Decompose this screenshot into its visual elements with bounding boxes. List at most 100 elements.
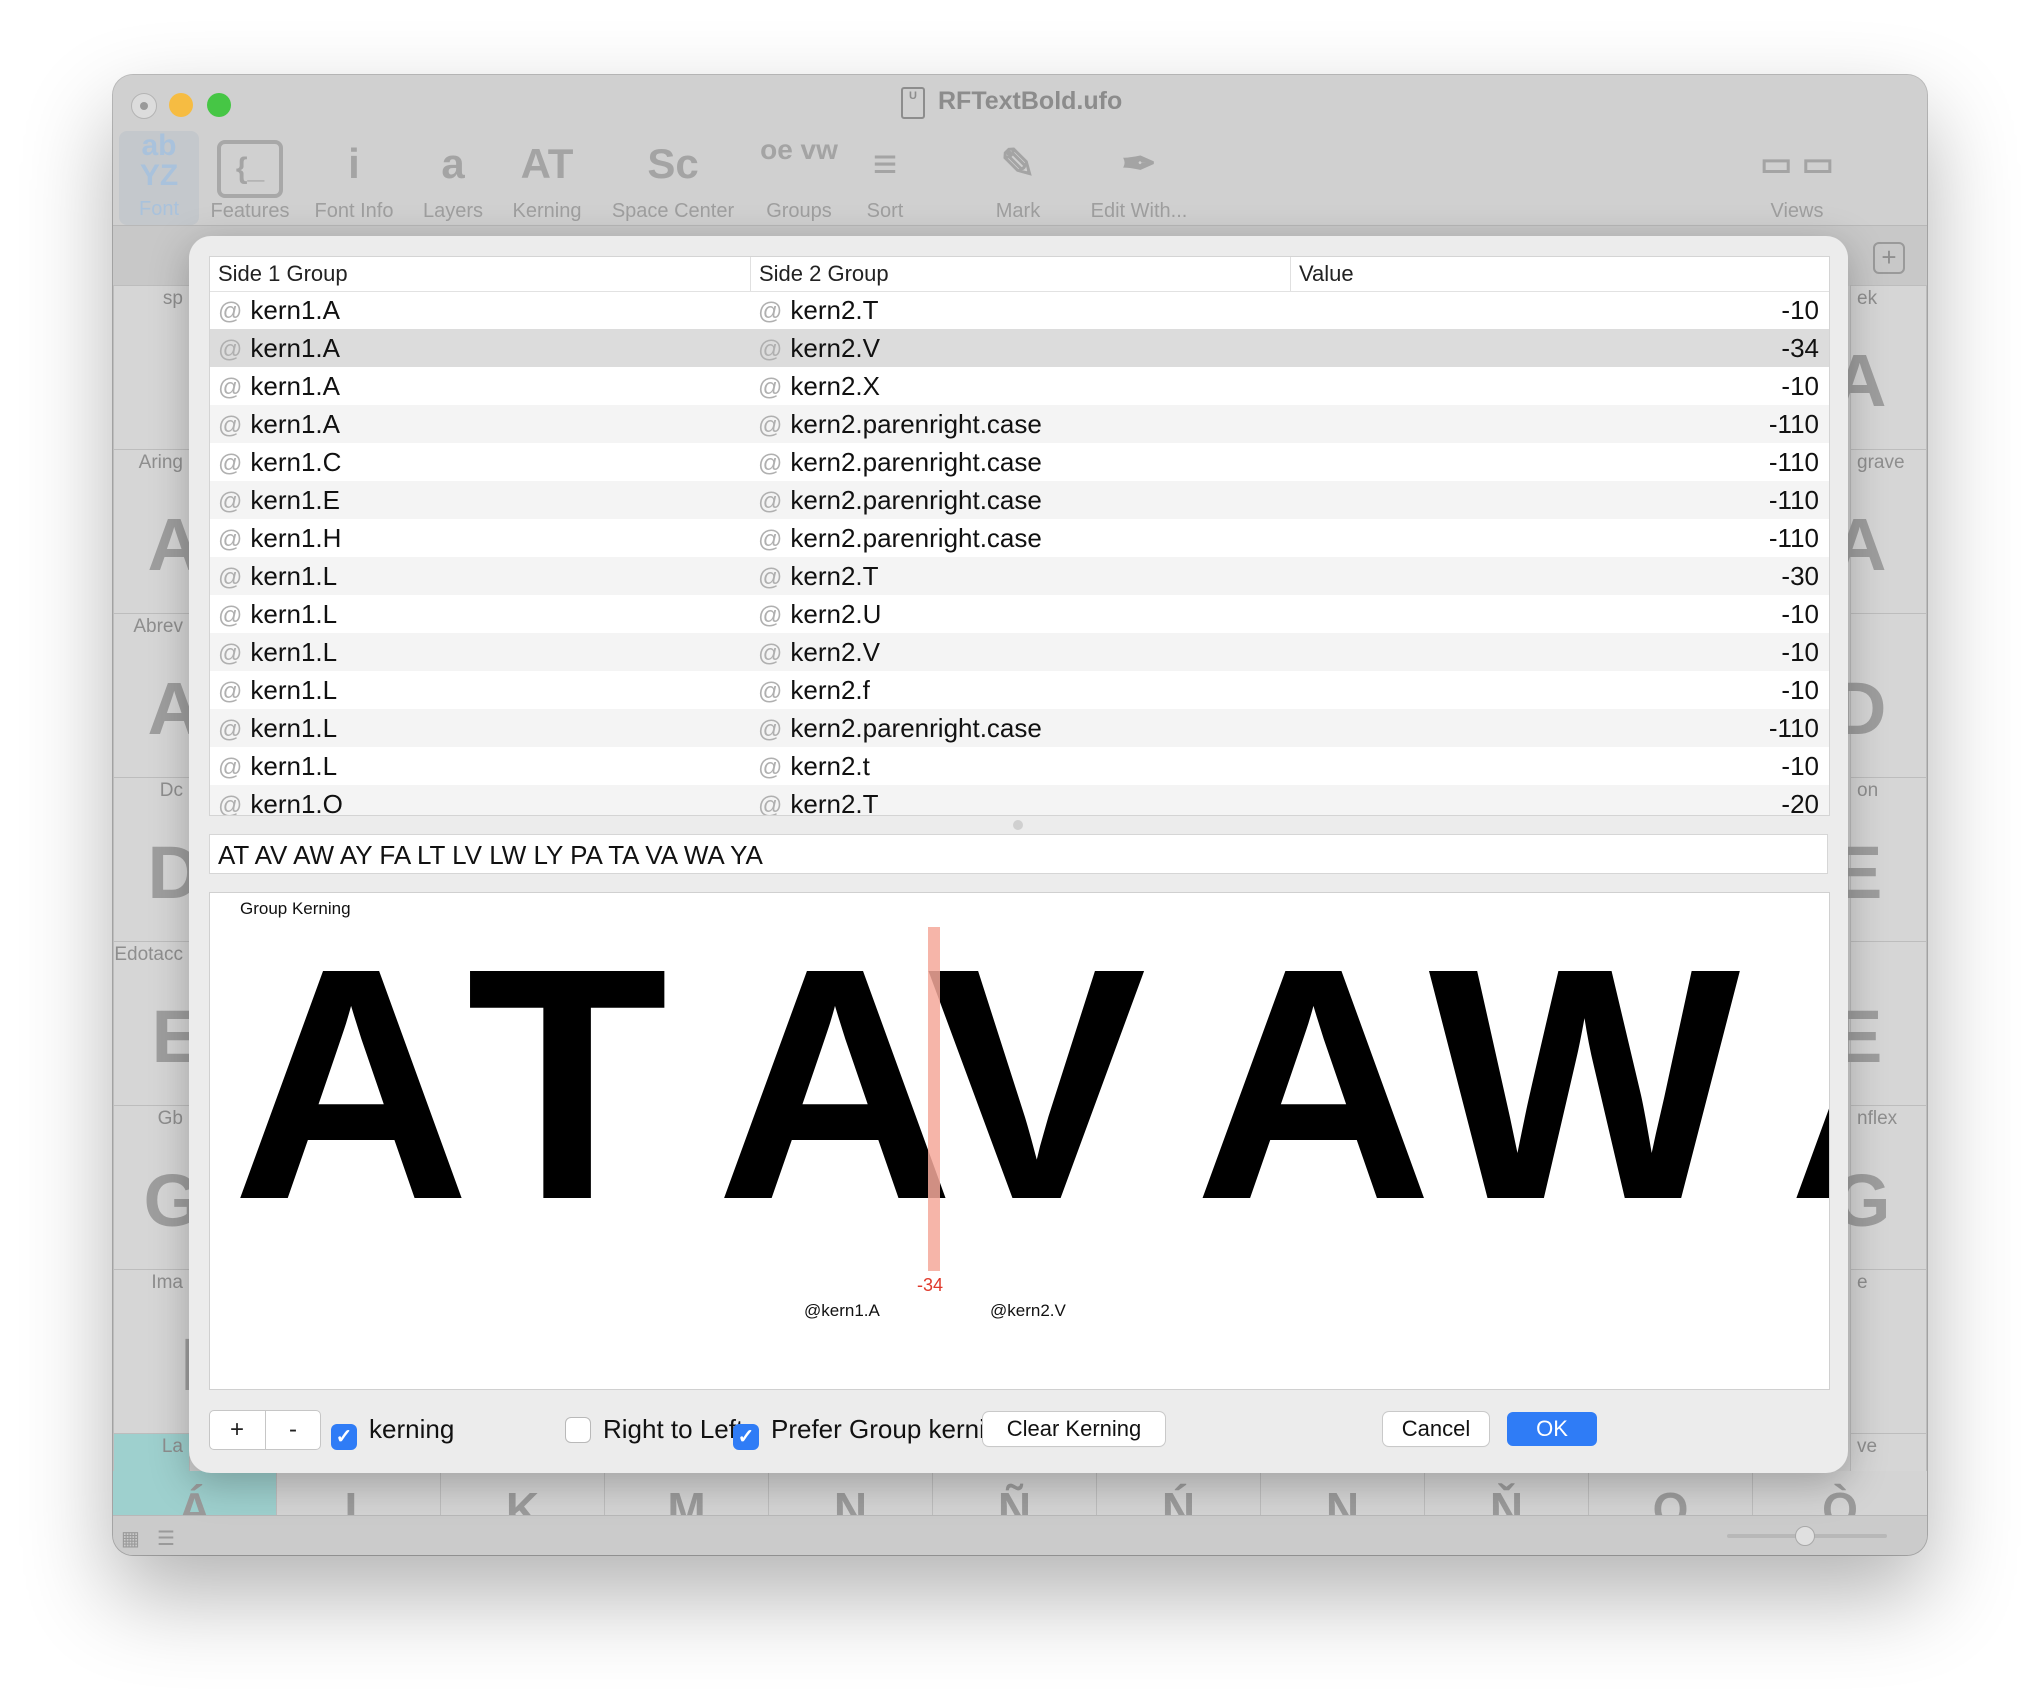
split-view-handle[interactable] <box>1013 820 1023 830</box>
kern-value-cell: -110 <box>1768 713 1819 743</box>
table-row[interactable]: @ kern1.H @ kern2.parenright.case -110 <box>210 519 1829 557</box>
column-header-value[interactable]: Value <box>1290 257 1354 291</box>
side2-group-cell: @ kern2.T <box>758 785 879 815</box>
minimize-window-button[interactable] <box>169 93 193 117</box>
glyph-cell[interactable]: Á <box>113 1471 277 1515</box>
toolbar-sort[interactable]: ≡ Sort <box>853 135 917 223</box>
side1-group-text: kern1.A <box>250 409 340 439</box>
kern-value-cell: -110 <box>1768 523 1819 553</box>
glyph-cell[interactable]: N <box>1261 1471 1425 1515</box>
grid-view-icon[interactable]: ▦ <box>121 1526 140 1551</box>
table-row[interactable]: @ kern1.O @ kern2.T -20 <box>210 785 1829 815</box>
group-at-icon: @ <box>758 564 783 591</box>
sample-text-input[interactable]: AT AV AW AY FA LT LV LW LY PA TA VA WA Y… <box>209 834 1828 874</box>
mark-icon: ✎ <box>1000 140 1036 187</box>
sort-icon: ≡ <box>872 140 898 187</box>
cancel-button[interactable]: Cancel <box>1383 1412 1489 1446</box>
ok-button[interactable]: OK <box>1507 1412 1597 1446</box>
column-header-side2[interactable]: Side 2 Group <box>750 257 889 291</box>
preview-glyph[interactable]: A <box>232 919 470 1249</box>
side2-group-text: kern2.V <box>790 637 880 667</box>
add-pair-button[interactable]: + <box>210 1411 264 1449</box>
kern-value-cell: -34 <box>1781 333 1819 363</box>
preview-glyph[interactable]: A <box>1194 919 1432 1249</box>
table-row[interactable]: @ kern1.L @ kern2.parenright.case -110 <box>210 709 1829 747</box>
preview-glyph[interactable]: T <box>466 919 668 1249</box>
table-row[interactable]: @ kern1.A @ kern2.X -10 <box>210 367 1829 405</box>
toolbar-space-center[interactable]: Sc Space Center <box>603 135 743 223</box>
kerning-checkbox[interactable]: ✓ kerning <box>331 1413 454 1450</box>
right-to-left-checkbox[interactable]: Right to Left <box>565 1413 743 1445</box>
kern-value-cell: -110 <box>1768 447 1819 477</box>
toolbar-font[interactable]: ab YZ Font <box>119 131 199 225</box>
glyph-cell[interactable]: Ñ <box>933 1471 1097 1515</box>
remove-pair-button[interactable]: - <box>265 1411 320 1449</box>
side1-group-text: kern1.A <box>250 295 340 325</box>
glyph-cell[interactable]: N <box>769 1471 933 1515</box>
side2-group-label: @kern2.V <box>990 1301 1066 1320</box>
glyph-cell[interactable]: O <box>1589 1471 1753 1515</box>
cell-size-slider-knob[interactable] <box>1795 1526 1815 1546</box>
groups-icon: oe vw <box>760 134 838 165</box>
glyph-cell[interactable]: M <box>605 1471 769 1515</box>
group-at-icon: @ <box>218 602 243 629</box>
glyph-cell[interactable]: Ň <box>1425 1471 1589 1515</box>
kern-marker[interactable] <box>928 927 940 1271</box>
side2-group-cell: @ kern2.V <box>758 329 880 367</box>
table-row[interactable]: @ kern1.L @ kern2.V -10 <box>210 633 1829 671</box>
table-row[interactable]: @ kern1.E @ kern2.parenright.case -110 <box>210 481 1829 519</box>
side1-group-cell: @ kern1.L <box>218 557 337 595</box>
glyph-cell-label: Aring <box>138 452 183 473</box>
preview-glyph[interactable]: A <box>716 919 954 1249</box>
group-at-icon: @ <box>758 412 783 439</box>
table-row[interactable]: @ kern1.L @ kern2.t -10 <box>210 747 1829 785</box>
side2-group-cell: @ kern2.X <box>758 367 880 405</box>
glyph-cell[interactable]: Ń <box>1097 1471 1261 1515</box>
preview-glyph[interactable]: A <box>1788 919 1829 1249</box>
side1-group-text: kern1.E <box>250 485 340 515</box>
toolbar-kerning-label: Kerning <box>512 200 582 222</box>
clear-kerning-button[interactable]: Clear Kerning <box>983 1412 1165 1446</box>
side2-group-text: kern2.parenright.case <box>790 409 1042 439</box>
glyph-cell[interactable]: K <box>441 1471 605 1515</box>
table-row[interactable]: @ kern1.A @ kern2.V -34 <box>210 329 1829 367</box>
table-row[interactable]: @ kern1.A @ kern2.parenright.case -110 <box>210 405 1829 443</box>
table-row[interactable]: @ kern1.L @ kern2.T -30 <box>210 557 1829 595</box>
toolbar-features[interactable]: {_ Features <box>205 135 295 223</box>
toolbar-space-center-label: Space Center <box>611 200 735 222</box>
side2-group-cell: @ kern2.parenright.case <box>758 481 1042 519</box>
glyph-grid-bottom-row: Á L K M N Ñ Ń N Ň O Ò <box>113 1471 1927 1515</box>
side2-group-cell: @ kern2.V <box>758 633 880 671</box>
close-window-button[interactable] <box>131 93 157 119</box>
side2-group-text: kern2.U <box>790 599 882 629</box>
toolbar-font-info[interactable]: i Font Info <box>309 135 399 223</box>
group-at-icon: @ <box>758 754 783 781</box>
glyph-cell-label: Ima <box>151 1272 183 1293</box>
preview-glyph[interactable]: W <box>1429 919 1740 1249</box>
group-at-icon: @ <box>218 564 243 591</box>
table-row[interactable]: @ kern1.C @ kern2.parenright.case -110 <box>210 443 1829 481</box>
side1-group-text: kern1.L <box>250 561 338 591</box>
column-header-side1[interactable]: Side 1 Group <box>210 257 348 291</box>
group-at-icon: @ <box>218 298 243 325</box>
toolbar-groups[interactable]: oe vw Groups <box>759 135 839 223</box>
glyph-cell[interactable]: L <box>277 1471 441 1515</box>
zoom-window-button[interactable] <box>207 93 231 117</box>
list-view-icon[interactable]: ☰ <box>157 1526 175 1551</box>
side1-group-text: kern1.A <box>250 333 340 363</box>
table-row[interactable]: @ kern1.A @ kern2.T -10 <box>210 291 1829 329</box>
toolbar-edit-with[interactable]: ✒ Edit With... <box>1079 135 1199 223</box>
group-at-icon: @ <box>218 678 243 705</box>
table-row[interactable]: @ kern1.L @ kern2.U -10 <box>210 595 1829 633</box>
table-row[interactable]: @ kern1.L @ kern2.f -10 <box>210 671 1829 709</box>
side1-group-text: kern1.H <box>250 523 342 553</box>
toolbar-layers[interactable]: a Layers <box>413 135 493 223</box>
glyph-cell[interactable]: Ò <box>1753 1471 1927 1515</box>
toolbar-mark[interactable]: ✎ Mark <box>983 135 1053 223</box>
prefer-group-kerning-checkbox[interactable]: ✓ Prefer Group kerning <box>733 1413 1014 1450</box>
toolbar-views[interactable]: ▭ ▭ Views <box>1737 135 1857 223</box>
preview-glyph[interactable]: V <box>926 919 1146 1249</box>
group-at-icon: @ <box>758 526 783 553</box>
toolbar-kerning[interactable]: AT Kerning <box>505 135 589 223</box>
add-glyph-button[interactable]: + <box>1873 242 1905 274</box>
